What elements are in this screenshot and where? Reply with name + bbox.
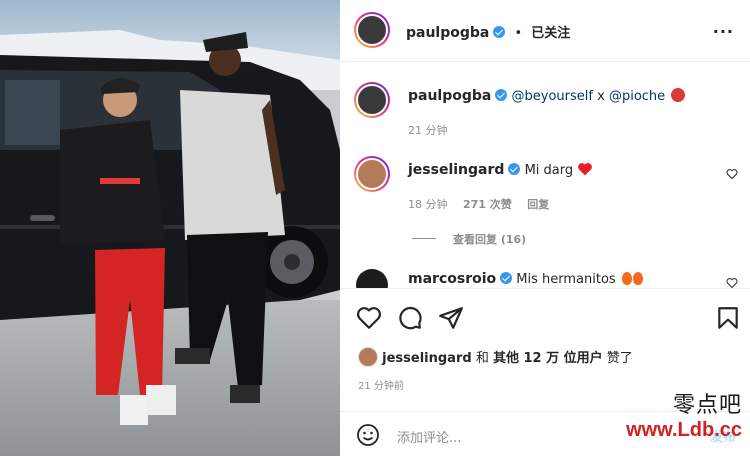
caption-separator: x — [597, 89, 605, 104]
red-heart-emoji-icon — [578, 163, 593, 176]
comment-likes[interactable]: 271 次赞 — [463, 198, 512, 211]
comment-text: jesselingard Mi darg — [408, 161, 593, 180]
comment-time[interactable]: 18 分钟 — [408, 198, 448, 211]
bookmark-icon[interactable] — [715, 305, 741, 331]
separator-dot: • — [514, 26, 523, 41]
author-username[interactable]: paulpogba — [406, 25, 489, 41]
verified-icon — [508, 163, 521, 175]
likes-connector: 和 — [475, 351, 489, 366]
liker-username[interactable]: jesselingard — [382, 351, 472, 366]
caption-time[interactable]: 21 分钟 — [408, 124, 448, 137]
view-replies-button[interactable]: 查看回复 (16) — [453, 231, 526, 247]
comment-like-heart-icon[interactable] — [726, 168, 738, 180]
heart-icon[interactable] — [356, 305, 382, 331]
verified-icon — [500, 272, 513, 284]
comment-meta: 18 分钟 271 次赞 回复 — [408, 196, 561, 212]
commenter-avatar[interactable] — [356, 269, 388, 288]
comment-username[interactable]: marcosroio — [408, 271, 496, 287]
comment-like-heart-icon[interactable] — [726, 277, 738, 288]
replies-divider — [412, 238, 436, 239]
more-options-button[interactable]: ··· — [713, 22, 734, 41]
comments-section: paulpogba @beyourself x @pioche 21 分钟 je… — [340, 62, 750, 288]
site-watermark: 零点吧 www.Ldb.cc — [626, 387, 742, 442]
emoji-icon[interactable] — [356, 423, 380, 447]
author-line: paulpogba • 已关注 — [406, 22, 570, 41]
caption-meta: 21 分钟 — [408, 122, 460, 138]
caption-username[interactable]: paulpogba — [408, 88, 491, 104]
likes-others-link[interactable]: 其他 12 万 位用户 — [493, 351, 603, 366]
share-icon[interactable] — [438, 305, 464, 331]
watermark-line1: 零点吧 — [672, 393, 742, 418]
caption-avatar[interactable] — [354, 82, 390, 118]
likes-suffix: 赞了 — [606, 351, 633, 366]
fire-emoji-icon — [621, 272, 632, 285]
verified-icon — [493, 26, 506, 38]
comment-input[interactable]: 添加评论... — [397, 427, 461, 446]
mention-link[interactable]: @beyourself — [512, 89, 593, 104]
commenter-avatar[interactable] — [354, 156, 390, 192]
post-header: paulpogba • 已关注 ··· — [340, 0, 750, 62]
angry-emoji-icon — [671, 88, 686, 102]
post-panel: paulpogba • 已关注 ··· paulpogba @beyoursel… — [340, 0, 750, 456]
post-photo[interactable] — [0, 0, 340, 456]
post-image — [0, 0, 340, 456]
comment-body: Mi darg — [524, 163, 574, 178]
caption-text: paulpogba @beyourself x @pioche — [408, 87, 686, 106]
reply-button[interactable]: 回复 — [527, 198, 549, 211]
likes-summary: jesselingard 和 其他 12 万 位用户 赞了 — [358, 347, 633, 367]
verified-icon — [495, 89, 508, 101]
comment-username[interactable]: jesselingard — [408, 162, 504, 178]
watermark-line2: www.Ldb.cc — [626, 419, 742, 441]
author-avatar[interactable] — [354, 12, 390, 48]
mention-link[interactable]: @pioche — [609, 89, 665, 104]
follow-status-button[interactable]: 已关注 — [531, 26, 570, 41]
comment-text: marcosroio Mis hermanitos — [408, 270, 643, 288]
comment-icon[interactable] — [397, 305, 423, 331]
liker-avatar[interactable] — [358, 347, 378, 367]
comment-body: Mis hermanitos — [516, 272, 616, 287]
fire-emoji-icon — [632, 272, 643, 285]
post-timestamp[interactable]: 21 分钟前 — [358, 377, 404, 392]
